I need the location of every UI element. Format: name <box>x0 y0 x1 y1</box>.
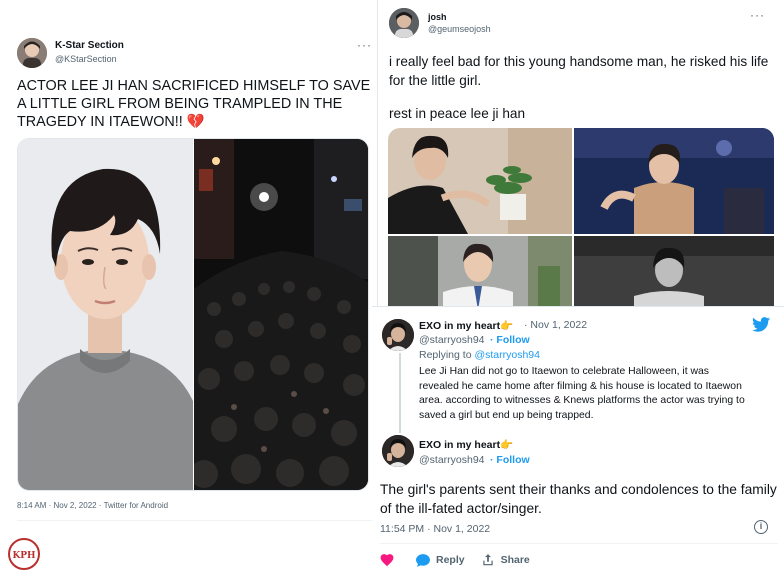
logo-text: KPH <box>12 551 36 561</box>
user-handle-2[interactable]: @starryosh94 <box>419 454 485 466</box>
kph-logo: KPH <box>8 538 40 570</box>
share-button[interactable]: Share <box>481 553 530 567</box>
display-name-2[interactable]: EXO in my heart👉 <box>419 438 513 451</box>
user-handle[interactable]: @starryosh94 <box>419 334 485 346</box>
avatar-2[interactable] <box>382 435 414 467</box>
avatar[interactable] <box>17 38 47 68</box>
more-options-icon[interactable]: ··· <box>357 38 372 52</box>
display-name[interactable]: K-Star Section <box>55 40 124 51</box>
thread-line <box>399 353 401 433</box>
divider <box>17 520 372 521</box>
avatar[interactable] <box>389 8 419 38</box>
reply-label: Reply <box>436 554 465 566</box>
display-name-text: EXO in my heart <box>419 439 501 451</box>
user-handle[interactable]: @KStarSection <box>55 54 117 64</box>
divider <box>380 543 778 544</box>
pointing-emoji: 👉 <box>500 439 514 451</box>
reply-bubble-icon <box>416 553 430 567</box>
like-button[interactable] <box>380 553 400 567</box>
tweet-timestamp[interactable]: 11:54 PM · Nov 1, 2022 <box>380 523 490 535</box>
tweet-kstarsection: K-Star Section @KStarSection ··· ACTOR L… <box>0 0 378 576</box>
replying-to: Replying to @starryosh94 <box>419 349 540 361</box>
display-name-text: EXO in my heart <box>419 320 501 332</box>
tweet-text: i really feel bad for this young handsom… <box>389 54 769 88</box>
crowd-photo[interactable] <box>194 139 368 490</box>
replying-to-handle[interactable]: @starryosh94 <box>474 349 540 361</box>
display-name[interactable]: josh <box>428 12 447 22</box>
collage: K-Star Section @KStarSection ··· ACTOR L… <box>0 0 784 576</box>
media-photo-2[interactable] <box>574 128 774 234</box>
more-options-icon[interactable]: ··· <box>750 8 765 22</box>
share-label: Share <box>500 554 530 566</box>
user-handle[interactable]: @geumseojosh <box>428 24 491 34</box>
tweet-actions: Reply Share <box>380 551 546 569</box>
media-photo-1[interactable] <box>388 128 572 234</box>
tweet-text-line-2: rest in peace lee ji han <box>389 106 526 121</box>
tweet-media-grid[interactable] <box>388 128 774 310</box>
follow-button-2[interactable]: · Follow <box>490 454 530 466</box>
display-name[interactable]: EXO in my heart👉 <box>419 319 513 332</box>
reply-button[interactable]: Reply <box>416 553 465 567</box>
replying-to-prefix: Replying to <box>419 349 475 361</box>
twitter-bird-icon[interactable] <box>752 317 770 337</box>
tweet-media[interactable] <box>17 138 369 491</box>
portrait-photo[interactable] <box>18 139 193 490</box>
tweet-starryosh94: EXO in my heart👉 · Nov 1, 2022 @starryos… <box>372 306 784 576</box>
pointing-emoji: 👉 <box>500 320 514 332</box>
tweet-text: ACTOR LEE JI HAN SACRIFICED HIMSELF TO S… <box>17 77 372 131</box>
avatar[interactable] <box>382 319 414 351</box>
tweet-text: The girl's parents sent their thanks and… <box>380 482 777 516</box>
broken-heart-emoji: 💔 <box>186 114 205 130</box>
tweet-timestamp[interactable]: 8:14 AM · Nov 2, 2022 · Twitter for Andr… <box>17 501 168 510</box>
info-icon[interactable]: i <box>754 520 768 534</box>
tweet-geumseojosh: josh @geumseojosh ··· i really feel bad … <box>378 0 784 310</box>
share-icon <box>482 554 493 566</box>
tweet-date[interactable]: · Nov 1, 2022 <box>524 319 587 331</box>
heart-icon <box>380 553 394 567</box>
reply-text: Lee Ji Han did not go to Itaewon to cele… <box>419 366 745 421</box>
media-photo-3[interactable] <box>388 236 572 310</box>
media-photo-4[interactable] <box>574 236 774 310</box>
follow-button[interactable]: · Follow <box>490 334 530 346</box>
